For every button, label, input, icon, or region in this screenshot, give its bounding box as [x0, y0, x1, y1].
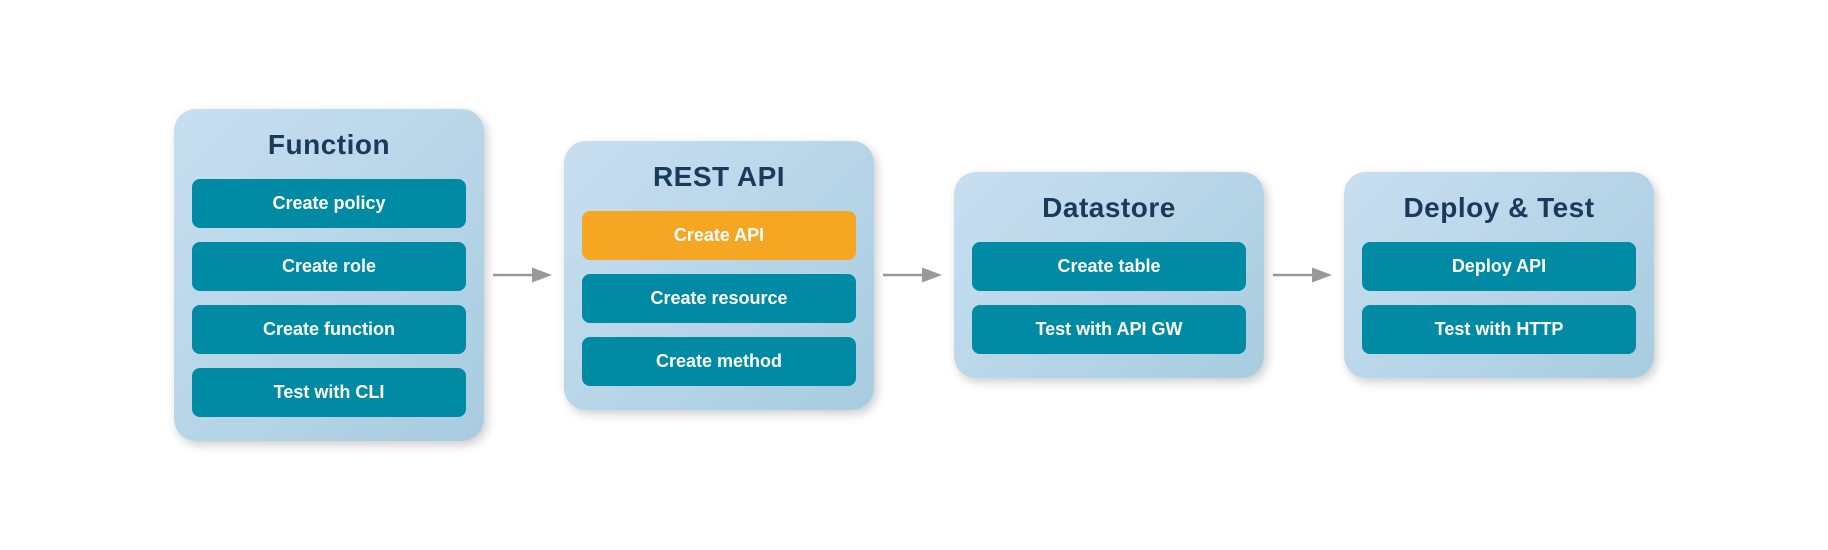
- btn-test-api-gw[interactable]: Test with API GW: [972, 305, 1246, 354]
- panel-datastore: Datastore Create table Test with API GW: [954, 172, 1264, 378]
- arrow-2: [874, 255, 954, 295]
- arrow-3: [1264, 255, 1344, 295]
- btn-create-role[interactable]: Create role: [192, 242, 466, 291]
- panel-title-datastore: Datastore: [1042, 192, 1176, 224]
- btn-create-resource[interactable]: Create resource: [582, 274, 856, 323]
- btn-create-policy[interactable]: Create policy: [192, 179, 466, 228]
- btn-create-api[interactable]: Create API: [582, 211, 856, 260]
- panel-title-rest-api: REST API: [653, 161, 785, 193]
- btn-test-http[interactable]: Test with HTTP: [1362, 305, 1636, 354]
- panel-title-deploy-test: Deploy & Test: [1403, 192, 1594, 224]
- panel-function: Function Create policy Create role Create f…: [174, 109, 484, 441]
- panel-title-function: Function: [268, 129, 390, 161]
- btn-create-table[interactable]: Create table: [972, 242, 1246, 291]
- panel-rest-api: REST API Create API Create resource Create …: [564, 141, 874, 410]
- panel-deploy-test: Deploy & Test Deploy API Test with HTTP: [1344, 172, 1654, 378]
- diagram: Function Create policy Create role Create f…: [134, 89, 1694, 461]
- btn-create-function[interactable]: Create function: [192, 305, 466, 354]
- arrow-1: [484, 255, 564, 295]
- btn-create-method[interactable]: Create method: [582, 337, 856, 386]
- btn-test-cli[interactable]: Test with CLI: [192, 368, 466, 417]
- btn-deploy-api[interactable]: Deploy API: [1362, 242, 1636, 291]
